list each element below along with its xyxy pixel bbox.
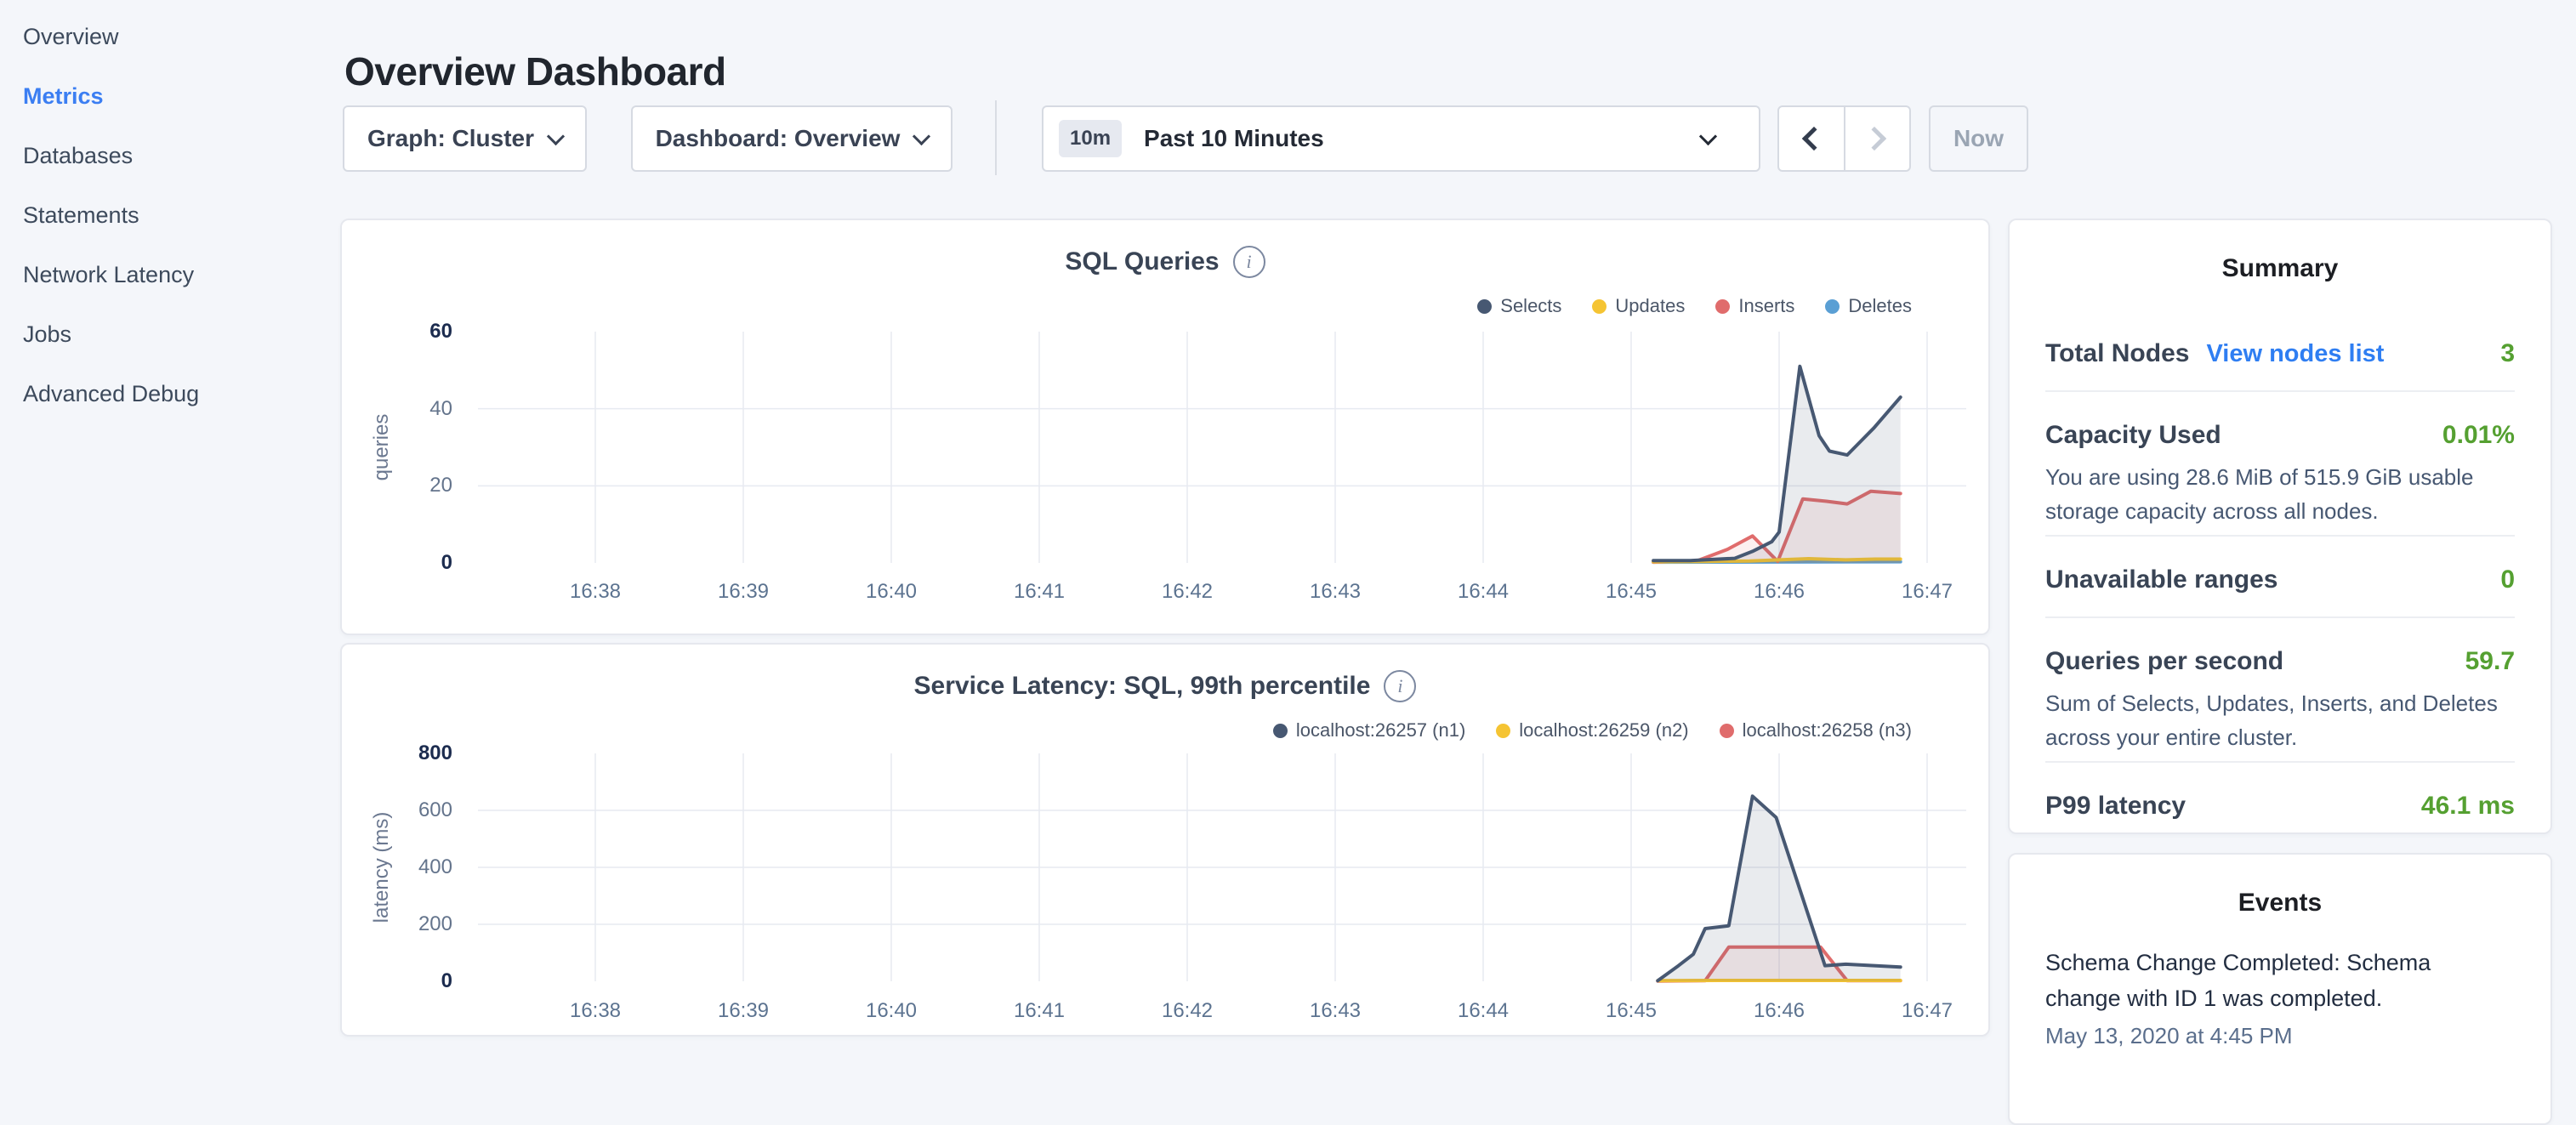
page-title: Overview Dashboard <box>344 48 726 94</box>
time-range-badge: 10m <box>1059 120 1122 157</box>
sidebar-item-databases[interactable]: Databases <box>23 145 304 168</box>
view-nodes-link[interactable]: View nodes list <box>2206 340 2384 368</box>
time-range-dropdown[interactable]: 10m Past 10 Minutes <box>1042 105 1760 172</box>
summary-row: Capacity Used 0.01% You are using 28.6 MiB… <box>2045 392 2515 537</box>
now-button[interactable]: Now <box>1929 105 2028 172</box>
chevron-down-icon <box>1699 127 1717 145</box>
chevron-right-icon <box>1862 127 1886 151</box>
now-button-label: Now <box>1953 125 2004 152</box>
event-item: Schema Change Completed: Schema change w… <box>2045 945 2515 1049</box>
sidebar-item-metrics[interactable]: Metrics <box>23 85 304 108</box>
summary-row-label: Unavailable ranges <box>2045 565 2277 594</box>
summary-row-label: P99 latency <box>2045 792 2186 821</box>
sidebar-item-overview[interactable]: Overview <box>23 26 304 48</box>
chevron-down-icon <box>547 127 565 145</box>
sidebar-item-advanced-debug[interactable]: Advanced Debug <box>23 383 304 406</box>
service-latency-chart-card: Service Latency: SQL, 99th percentile i … <box>340 643 1990 1037</box>
summary-row-value: 0 <box>2500 565 2515 594</box>
chart-plot[interactable] <box>342 220 1992 637</box>
graph-dropdown[interactable]: Graph: Cluster <box>343 105 587 172</box>
summary-row-label: Total Nodes <box>2045 339 2189 368</box>
summary-panel: Summary Total Nodes View nodes list 3 Capac… <box>2008 219 2552 834</box>
summary-row-value: 3 <box>2500 339 2515 368</box>
summary-row: Queries per second 59.7 Sum of Selects, Up… <box>2045 618 2515 763</box>
chevron-left-icon <box>1802 127 1826 151</box>
summary-row-label: Queries per second <box>2045 647 2283 676</box>
events-panel: Events Schema Change Completed: Schema c… <box>2008 853 2552 1125</box>
graph-dropdown-label: Graph: Cluster <box>367 125 534 152</box>
summary-row-value: 46.1 ms <box>2421 792 2515 821</box>
time-step-back-button[interactable] <box>1779 107 1845 170</box>
time-range-label: Past 10 Minutes <box>1144 125 1324 152</box>
summary-row-value: 59.7 <box>2465 647 2515 676</box>
summary-row-description: Sum of Selects, Updates, Inserts, and De… <box>2045 686 2515 754</box>
sql-queries-chart-card: SQL Queries i SelectsUpdatesInsertsDelet… <box>340 219 1990 635</box>
sidebar-item-statements[interactable]: Statements <box>23 204 304 227</box>
summary-row: Total Nodes View nodes list 3 <box>2045 305 2515 392</box>
controls-divider <box>995 100 997 175</box>
summary-title: Summary <box>2045 254 2515 283</box>
dashboard-dropdown-label: Dashboard: Overview <box>656 125 901 152</box>
dashboard-dropdown[interactable]: Dashboard: Overview <box>631 105 952 172</box>
event-message: Schema Change Completed: Schema change w… <box>2045 945 2454 1016</box>
sidebar: Overview Metrics Databases Statements Networ… <box>23 26 304 442</box>
event-timestamp: May 13, 2020 at 4:45 PM <box>2045 1023 2515 1049</box>
summary-row-value: 0.01% <box>2442 421 2515 450</box>
sidebar-item-network-latency[interactable]: Network Latency <box>23 264 304 287</box>
sidebar-item-jobs[interactable]: Jobs <box>23 323 304 346</box>
summary-row: P99 latency 46.1 ms <box>2045 763 2515 843</box>
time-step-buttons <box>1777 105 1911 172</box>
chevron-down-icon <box>913 127 930 145</box>
summary-row-label: Capacity Used <box>2045 421 2221 450</box>
metrics-page: Overview Metrics Databases Statements Networ… <box>0 0 2576 1051</box>
chart-plot[interactable] <box>342 645 1992 1038</box>
summary-row: Unavailable ranges 0 <box>2045 537 2515 618</box>
time-step-forward-button[interactable] <box>1845 107 1910 170</box>
summary-row-description: You are using 28.6 MiB of 515.9 GiB usab… <box>2045 460 2515 528</box>
events-title: Events <box>2045 889 2515 918</box>
